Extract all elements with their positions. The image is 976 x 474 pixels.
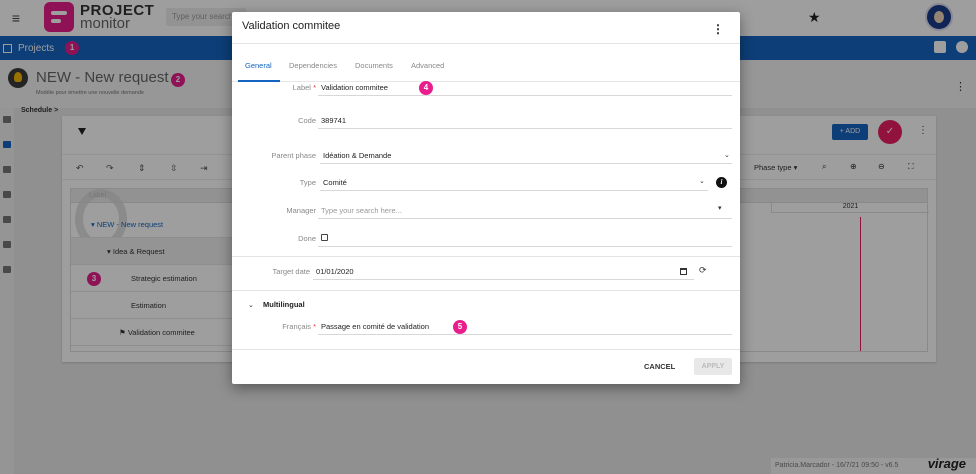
target-date-input[interactable]: 01/01/2020: [316, 267, 354, 276]
multilingual-chevron-icon[interactable]: ⌄: [248, 301, 254, 309]
manager-caret-down-icon[interactable]: ▾: [718, 204, 722, 212]
active-tab-indicator: [238, 80, 280, 82]
cancel-button[interactable]: CANCEL: [644, 362, 675, 371]
multilingual-section-title[interactable]: Multilingual: [263, 300, 305, 309]
tab-general[interactable]: General: [245, 61, 272, 70]
parent-phase-chevron-down-icon[interactable]: ⌄: [724, 151, 730, 159]
target-date-label: Target date: [272, 267, 310, 276]
phase-dialog: Validation commitee ⋮ General Dependenci…: [232, 12, 740, 384]
tab-dependencies[interactable]: Dependencies: [289, 61, 337, 70]
francais-label: Français *: [282, 322, 316, 331]
parent-phase-select[interactable]: Idéation & Demande: [323, 151, 391, 160]
annotation-badge-4: 4: [419, 81, 433, 95]
code-field-label: Code: [298, 116, 316, 125]
annotation-badge-5: 5: [453, 320, 467, 334]
done-checkbox[interactable]: [321, 234, 328, 241]
dialog-more-icon[interactable]: ⋮: [712, 22, 724, 36]
dialog-title: Validation commitee: [242, 20, 341, 32]
type-select[interactable]: Comité: [323, 178, 347, 187]
code-field-value[interactable]: 389741: [321, 116, 346, 125]
manager-label: Manager: [286, 206, 316, 215]
tab-documents[interactable]: Documents: [355, 61, 393, 70]
info-icon[interactable]: i: [716, 177, 727, 188]
label-field-label: Label *: [292, 83, 316, 92]
type-label: Type: [299, 178, 316, 187]
parent-phase-label: Parent phase: [271, 151, 316, 160]
type-chevron-down-icon[interactable]: ⌄: [699, 177, 705, 185]
sync-icon[interactable]: ⟳: [699, 265, 707, 276]
label-field-value[interactable]: Validation commitee: [321, 83, 388, 92]
dialog-tabs: General Dependencies Documents Advanced: [232, 52, 740, 82]
calendar-icon[interactable]: [680, 268, 687, 275]
francais-input[interactable]: Passage en comité de validation: [321, 322, 429, 331]
manager-search-input[interactable]: Type your search here...: [321, 206, 402, 215]
done-label: Done: [298, 234, 316, 243]
apply-button[interactable]: APPLY: [694, 358, 732, 375]
tab-advanced[interactable]: Advanced: [411, 61, 444, 70]
